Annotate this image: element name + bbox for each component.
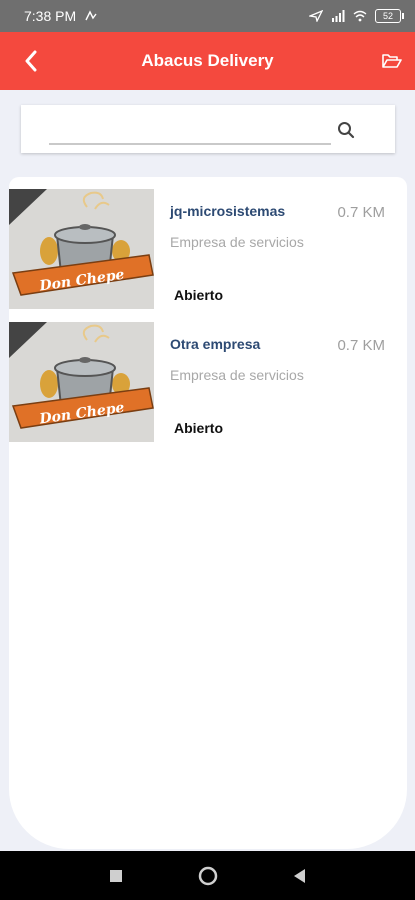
business-category: Empresa de servicios [170, 234, 304, 250]
business-row[interactable]: Don Chepe Otra empresa 0.7 KM Empresa de… [9, 310, 407, 442]
circle-icon [198, 866, 217, 885]
business-name[interactable]: Otra empresa [170, 336, 260, 352]
square-icon [109, 869, 122, 882]
business-distance: 0.7 KM [337, 337, 385, 354]
location-icon [309, 10, 323, 22]
folder-open-icon [382, 54, 402, 68]
recents-button[interactable] [104, 864, 128, 888]
home-button[interactable] [196, 864, 220, 888]
battery-level: 52 [382, 11, 393, 21]
status-bar: 7:38 PM 52 [0, 0, 415, 32]
status-time: 7:38 PM [24, 8, 77, 24]
business-status: Abierto [174, 287, 223, 303]
business-distance: 0.7 KM [337, 204, 385, 221]
search-icon[interactable] [337, 121, 355, 139]
search-input[interactable] [49, 115, 331, 145]
wifi-icon [353, 10, 367, 22]
business-name[interactable]: jq-microsistemas [170, 203, 285, 219]
signal-icon [332, 10, 345, 22]
triangle-back-icon [293, 868, 305, 883]
page-title: Abacus Delivery [141, 51, 274, 70]
back-button[interactable] [18, 48, 44, 74]
business-status: Abierto [174, 420, 223, 436]
business-list: Don Chepe jq-microsistemas 0.7 KM Empres… [9, 177, 407, 849]
app-bar: Abacus Delivery [0, 32, 415, 90]
chevron-left-icon [25, 50, 37, 72]
battery-icon: 52 [375, 9, 404, 23]
business-category: Empresa de servicios [170, 367, 304, 383]
system-nav-bar [0, 851, 415, 900]
business-logo: Don Chepe [9, 322, 154, 442]
app-notification-icon [85, 10, 97, 21]
back-nav-button[interactable] [288, 864, 312, 888]
business-logo: Don Chepe [9, 189, 154, 309]
search-bar [21, 105, 395, 153]
folder-button[interactable] [379, 48, 405, 74]
business-row[interactable]: Don Chepe jq-microsistemas 0.7 KM Empres… [9, 177, 407, 309]
